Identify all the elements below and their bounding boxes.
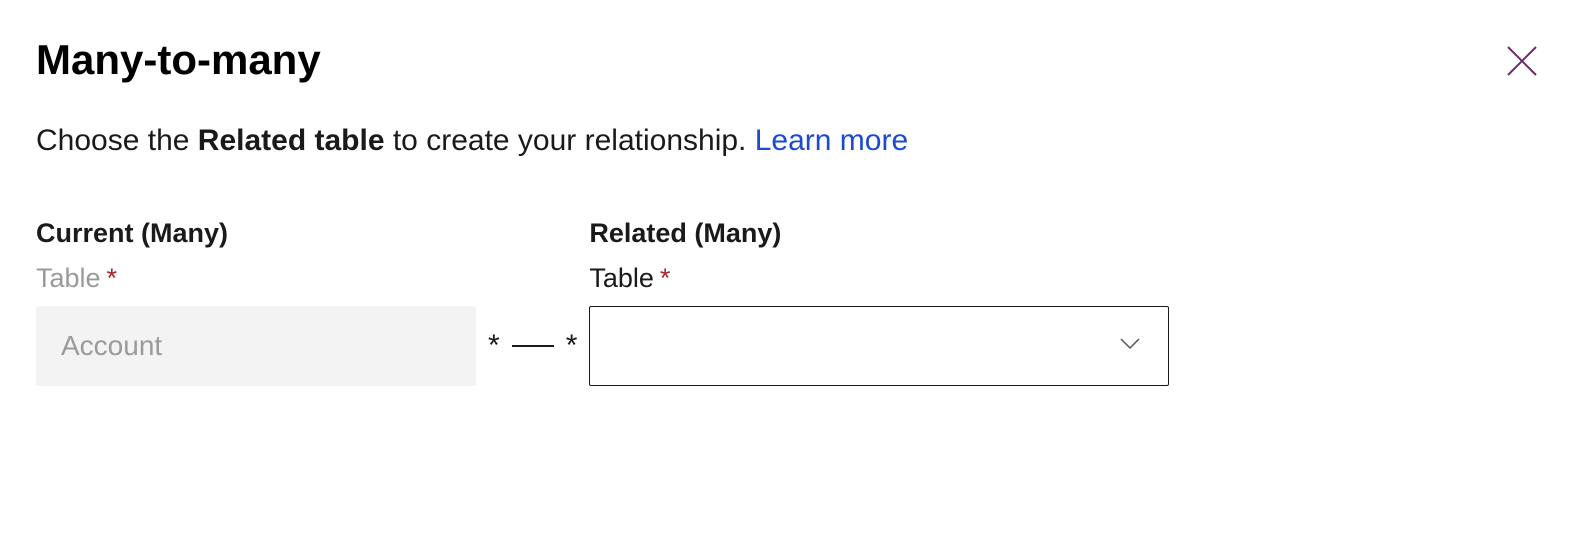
dialog-header: Many-to-many (36, 36, 1539, 124)
connector-left-star: * (488, 329, 500, 363)
connector-right-star: * (566, 329, 578, 363)
current-table-column: Current (Many) Table* Account (36, 218, 476, 386)
current-section-title: Current (Many) (36, 218, 476, 249)
close-icon (1505, 44, 1539, 78)
description-prefix: Choose the (36, 124, 198, 157)
related-table-column: Related (Many) Table* (589, 218, 1169, 386)
related-field-label-text: Table (589, 263, 654, 293)
related-field-label: Table* (589, 263, 1169, 294)
chevron-down-icon (1116, 329, 1144, 364)
relationship-columns: Current (Many) Table* Account * * Relate… (36, 218, 1539, 386)
connector-line-icon (512, 345, 554, 347)
current-table-input: Account (36, 306, 476, 386)
learn-more-link[interactable]: Learn more (755, 124, 908, 157)
close-button[interactable] (1497, 36, 1547, 86)
description-bold: Related table (198, 124, 385, 157)
related-section-title: Related (Many) (589, 218, 1169, 249)
required-indicator: * (660, 263, 671, 293)
description-suffix: to create your relationship. (385, 124, 755, 157)
dialog-description: Choose the Related table to create your … (36, 124, 1539, 158)
relationship-connector: * * (476, 306, 589, 386)
current-field-label: Table* (36, 263, 476, 294)
dialog-title: Many-to-many (36, 36, 321, 84)
current-table-value: Account (61, 330, 162, 362)
related-table-dropdown[interactable] (589, 306, 1169, 386)
required-indicator: * (107, 263, 118, 293)
current-field-label-text: Table (36, 263, 101, 293)
